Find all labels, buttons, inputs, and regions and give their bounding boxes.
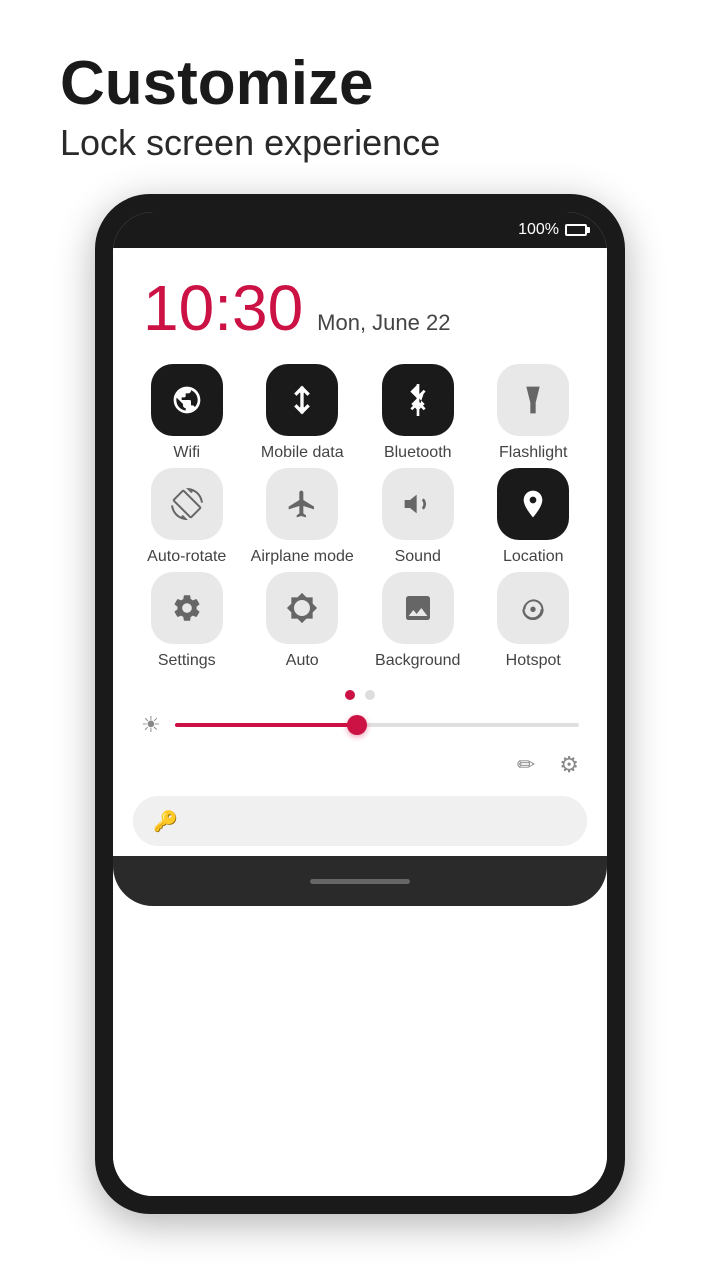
tile-location: Location <box>480 468 588 566</box>
flashlight-icon <box>517 384 549 416</box>
tile-flashlight-label: Flashlight <box>499 444 567 462</box>
tiles-row-3: Settings Auto <box>133 572 587 670</box>
tile-mobile-data: Mobile data <box>249 364 357 462</box>
tile-background-label: Background <box>375 652 460 670</box>
tile-flashlight: Flashlight <box>480 364 588 462</box>
tile-airplane-mode-btn[interactable] <box>266 468 338 540</box>
clock-section: 10:30 Mon, June 22 <box>113 248 607 354</box>
tile-wifi-btn[interactable] <box>151 364 223 436</box>
tile-hotspot-btn[interactable] <box>497 572 569 644</box>
tile-settings-btn[interactable] <box>151 572 223 644</box>
tile-background: Background <box>364 572 472 670</box>
phone-screen: 100% 10:30 Mon, June 22 <box>113 212 607 1196</box>
wifi-icon <box>171 384 203 416</box>
phone-outer: 100% 10:30 Mon, June 22 <box>95 194 625 1214</box>
tile-sound-btn[interactable] <box>382 468 454 540</box>
main-subtitle: Lock screen experience <box>60 122 660 164</box>
tile-settings-label: Settings <box>158 652 216 670</box>
settings-gear-icon[interactable]: ⚙ <box>559 752 579 778</box>
dot-1 <box>345 690 355 700</box>
page-title: Customize Lock screen experience <box>0 0 720 174</box>
tile-mobile-data-label: Mobile data <box>261 444 344 462</box>
edit-icon[interactable]: ✏ <box>517 752 535 778</box>
tile-auto-rotate-btn[interactable] <box>151 468 223 540</box>
airplane-icon <box>286 488 318 520</box>
tile-sound: Sound <box>364 468 472 566</box>
clock-time: 10:30 <box>143 276 303 340</box>
clock-row: 10:30 Mon, June 22 <box>143 276 577 340</box>
mobile-data-icon <box>286 384 318 416</box>
location-icon <box>517 488 549 520</box>
dot-2 <box>365 690 375 700</box>
tile-bluetooth-label: Bluetooth <box>384 444 452 462</box>
tile-auto-rotate: Auto-rotate <box>133 468 241 566</box>
hotspot-icon <box>517 592 549 624</box>
tile-background-btn[interactable] <box>382 572 454 644</box>
battery-icon <box>565 224 587 236</box>
brightness-fill <box>175 723 357 727</box>
keyguard-bar: 🔑 <box>133 796 587 846</box>
tile-mobile-data-btn[interactable] <box>266 364 338 436</box>
tile-sound-label: Sound <box>395 548 441 566</box>
tiles-row-1: Wifi Mobile data <box>133 364 587 462</box>
tile-wifi-label: Wifi <box>173 444 200 462</box>
bottom-icons-row: ✏ ⚙ <box>113 746 607 788</box>
tile-location-label: Location <box>503 548 564 566</box>
key-icon: 🔑 <box>153 809 178 834</box>
tile-location-btn[interactable] <box>497 468 569 540</box>
main-title: Customize <box>60 50 660 118</box>
brightness-track[interactable] <box>175 723 579 727</box>
settings-icon <box>171 592 203 624</box>
clock-date: Mon, June 22 <box>317 310 450 336</box>
brightness-row: ☀ <box>113 704 607 746</box>
brightness-sun-icon: ☀ <box>141 712 161 738</box>
tiles-row-2: Auto-rotate Airplane mode <box>133 468 587 566</box>
auto-rotate-icon <box>171 488 203 520</box>
tile-hotspot-label: Hotspot <box>506 652 561 670</box>
page-dots <box>113 690 607 700</box>
tile-auto-rotate-label: Auto-rotate <box>147 548 226 566</box>
tile-bluetooth: Bluetooth <box>364 364 472 462</box>
status-bar: 100% <box>113 212 607 248</box>
phone-wrapper: 100% 10:30 Mon, June 22 <box>0 194 720 1214</box>
tile-bluetooth-btn[interactable] <box>382 364 454 436</box>
auto-brightness-icon <box>286 592 318 624</box>
tile-wifi: Wifi <box>133 364 241 462</box>
bluetooth-icon <box>402 384 434 416</box>
tile-hotspot: Hotspot <box>480 572 588 670</box>
brightness-thumb[interactable] <box>347 715 367 735</box>
tile-airplane-mode-label: Airplane mode <box>251 548 354 566</box>
tile-flashlight-btn[interactable] <box>497 364 569 436</box>
phone-bottom-strip <box>113 856 607 906</box>
tile-auto: Auto <box>249 572 357 670</box>
screen-content: 10:30 Mon, June 22 <box>113 248 607 1196</box>
nav-pill <box>310 879 410 884</box>
quick-tiles: Wifi Mobile data <box>113 354 607 680</box>
tile-auto-label: Auto <box>286 652 319 670</box>
tile-auto-btn[interactable] <box>266 572 338 644</box>
sound-icon <box>402 488 434 520</box>
tile-airplane-mode: Airplane mode <box>249 468 357 566</box>
background-icon <box>402 592 434 624</box>
battery-percentage: 100% <box>518 221 559 239</box>
tile-settings: Settings <box>133 572 241 670</box>
